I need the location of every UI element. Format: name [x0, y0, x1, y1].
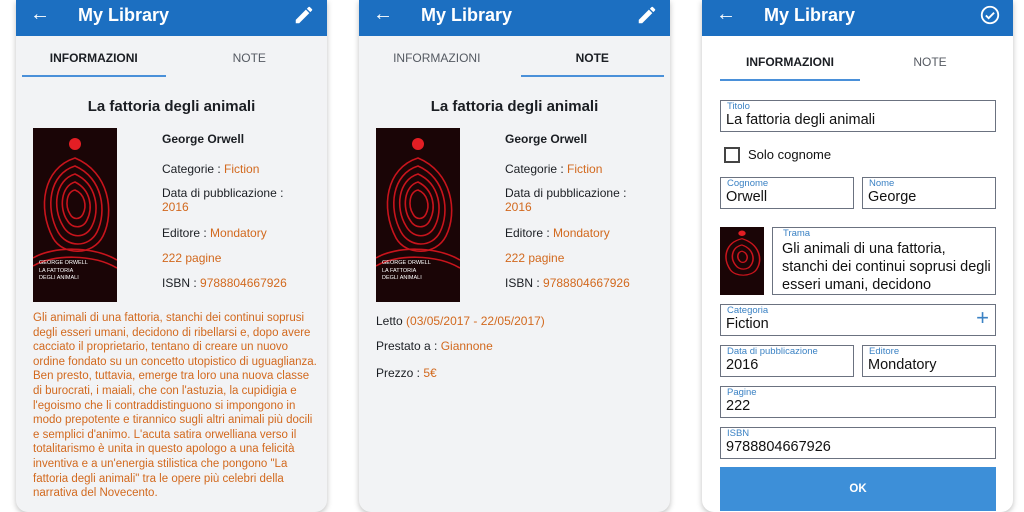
- back-arrow-icon[interactable]: ←: [30, 4, 50, 24]
- tab-note[interactable]: NOTE: [860, 40, 1000, 84]
- pub-date-label: Data di pubblicazione :: [162, 186, 284, 200]
- app-title: My Library: [764, 5, 856, 25]
- pages-field[interactable]: Pagine 222: [720, 386, 996, 418]
- cover-title-1: LA FATTORIA: [39, 268, 74, 274]
- plot-field[interactable]: Trama Gli animali di una fattoria, stanc…: [772, 227, 996, 295]
- isbn-row: ISBN : 9788804667926: [505, 276, 630, 290]
- author-name: George Orwell: [162, 132, 245, 146]
- pub-date-value: 2016: [505, 200, 532, 214]
- edit-pencil-icon[interactable]: [636, 4, 658, 26]
- pub-date-value: 2016: [162, 200, 189, 214]
- tab-label: INFORMAZIONI: [393, 51, 481, 65]
- surname-field[interactable]: Cognome Orwell: [720, 177, 854, 209]
- read-dates-row: Letto (03/05/2017 - 22/05/2017): [376, 314, 545, 328]
- screen-book-notes: ← My Library INFORMAZIONI NOTE La fattor…: [359, 0, 670, 512]
- screen-book-info: ← My Library INFORMAZIONI NOTE La fattor…: [16, 0, 327, 512]
- tab-note[interactable]: NOTE: [172, 36, 328, 80]
- tab-bar: INFORMAZIONI NOTE: [359, 36, 670, 80]
- tab-indicator: [520, 75, 664, 77]
- back-arrow-icon[interactable]: ←: [716, 4, 736, 24]
- category-link[interactable]: Fiction: [224, 162, 259, 176]
- book-title: La fattoria degli animali: [87, 98, 256, 115]
- plot-text: Gli animali di una fattoria, stanchi dei…: [33, 312, 317, 500]
- cover-thumbnail[interactable]: [720, 227, 764, 295]
- book-cover-image: GEORGE ORWELL LA FATTORIA DEGLI ANIMALI: [376, 128, 460, 302]
- price-row: Prezzo : 5€: [376, 366, 437, 380]
- tab-label: NOTE: [575, 51, 609, 65]
- lent-to-row: Prestato a : Giannone: [376, 339, 493, 353]
- pages-row: 222 pagine: [505, 251, 565, 265]
- pub-date-field[interactable]: Data di pubblicazione 2016: [720, 345, 854, 377]
- app-bar: ← My Library: [16, 0, 327, 36]
- category-row: Categorie : Fiction: [505, 162, 603, 176]
- title-field[interactable]: Titolo La fattoria degli animali: [720, 100, 996, 132]
- cover-title-2: DEGLI ANIMALI: [382, 275, 422, 281]
- tab-informazioni[interactable]: INFORMAZIONI: [359, 36, 515, 80]
- cover-author: GEORGE ORWELL: [39, 260, 88, 266]
- tab-label: NOTE: [232, 51, 266, 65]
- name-field[interactable]: Nome George: [862, 177, 996, 209]
- cover-author: GEORGE ORWELL: [382, 260, 431, 266]
- pub-date-label: Data di pubblicazione :: [505, 186, 627, 200]
- tab-label: NOTE: [913, 55, 947, 69]
- tab-informazioni[interactable]: INFORMAZIONI: [720, 40, 860, 84]
- publisher-row: Editore : Mondatory: [162, 226, 267, 240]
- cover-title-2: DEGLI ANIMALI: [39, 275, 79, 281]
- tab-label: INFORMAZIONI: [746, 55, 834, 69]
- publisher-row: Editore : Mondatory: [505, 226, 610, 240]
- edit-pencil-icon[interactable]: [293, 4, 315, 26]
- app-title: My Library: [421, 5, 513, 25]
- ok-button[interactable]: OK: [720, 467, 996, 511]
- book-title: La fattoria degli animali: [430, 98, 599, 115]
- tab-label: INFORMAZIONI: [49, 51, 138, 65]
- tab-informazioni[interactable]: INFORMAZIONI: [16, 36, 172, 80]
- tab-indicator: [720, 79, 860, 81]
- author-name: George Orwell: [505, 132, 588, 146]
- check-circle-icon[interactable]: [979, 4, 1001, 26]
- category-row: Categorie : Fiction: [162, 162, 260, 176]
- cover-title-1: LA FATTORIA: [382, 268, 417, 274]
- add-category-plus-icon[interactable]: +: [976, 307, 989, 329]
- screen-book-edit: ← My Library INFORMAZIONI NOTE Titolo La…: [702, 0, 1013, 512]
- app-bar: ← My Library: [702, 0, 1013, 36]
- back-arrow-icon[interactable]: ←: [373, 4, 393, 24]
- pages-row: 222 pagine: [162, 251, 222, 265]
- book-cover-image: GEORGE ORWELL LA FATTORIA DEGLI ANIMALI: [33, 128, 117, 302]
- isbn-field[interactable]: ISBN 9788804667926: [720, 427, 996, 459]
- tab-bar: INFORMAZIONI NOTE: [702, 40, 1013, 84]
- isbn-row: ISBN : 9788804667926: [162, 276, 287, 290]
- publisher-field[interactable]: Editore Mondatory: [862, 345, 996, 377]
- app-bar: ← My Library: [359, 0, 670, 36]
- tab-indicator: [22, 75, 166, 77]
- app-title: My Library: [78, 5, 170, 25]
- tab-note[interactable]: NOTE: [515, 36, 671, 80]
- tab-bar: INFORMAZIONI NOTE: [16, 36, 327, 80]
- surname-only-checkbox[interactable]: [724, 147, 740, 163]
- category-field[interactable]: Categoria Fiction +: [720, 304, 996, 336]
